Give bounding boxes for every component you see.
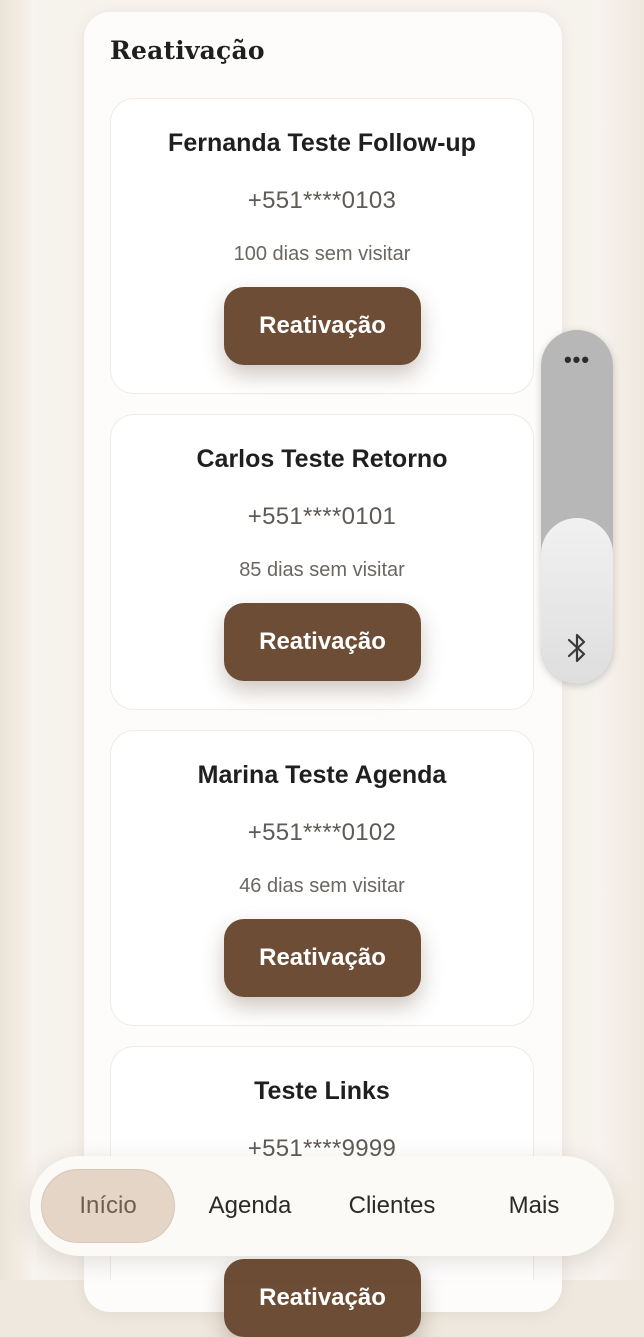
section-title: Reativação: [110, 36, 265, 65]
floating-scroll-control[interactable]: •••: [541, 330, 613, 684]
background-left: [0, 0, 36, 1280]
client-card: Fernanda Teste Follow-up +551****0103 10…: [110, 98, 534, 394]
client-name: Marina Teste Agenda: [197, 761, 447, 789]
nav-tab-inicio[interactable]: Início: [41, 1169, 175, 1243]
nav-tab-clientes[interactable]: Clientes: [325, 1169, 459, 1243]
client-phone: +551****0103: [247, 187, 397, 214]
nav-tab-mais[interactable]: Mais: [467, 1169, 601, 1243]
client-name: Teste Links: [254, 1077, 390, 1105]
reactivation-button[interactable]: Reativação: [224, 287, 421, 365]
client-name: Fernanda Teste Follow-up: [168, 129, 476, 157]
more-horizontal-icon[interactable]: •••: [541, 349, 613, 371]
client-phone: +551****0101: [247, 503, 397, 530]
client-phone: +551****0102: [247, 819, 397, 846]
days-since-visit: 46 dias sem visitar: [239, 875, 405, 897]
reactivation-button[interactable]: Reativação: [224, 919, 421, 997]
client-card: Marina Teste Agenda +551****0102 46 dias…: [110, 730, 534, 1026]
nav-tab-agenda[interactable]: Agenda: [183, 1169, 317, 1243]
bottom-navigation: Início Agenda Clientes Mais: [30, 1156, 614, 1256]
days-since-visit: 100 dias sem visitar: [233, 243, 411, 265]
client-name: Carlos Teste Retorno: [196, 445, 448, 473]
client-card: Carlos Teste Retorno +551****0101 85 dia…: [110, 414, 534, 710]
days-since-visit: 85 dias sem visitar: [239, 559, 405, 581]
reactivation-button[interactable]: Reativação: [224, 1259, 421, 1337]
reactivation-button[interactable]: Reativação: [224, 603, 421, 681]
bluetooth-icon: [567, 633, 586, 663]
